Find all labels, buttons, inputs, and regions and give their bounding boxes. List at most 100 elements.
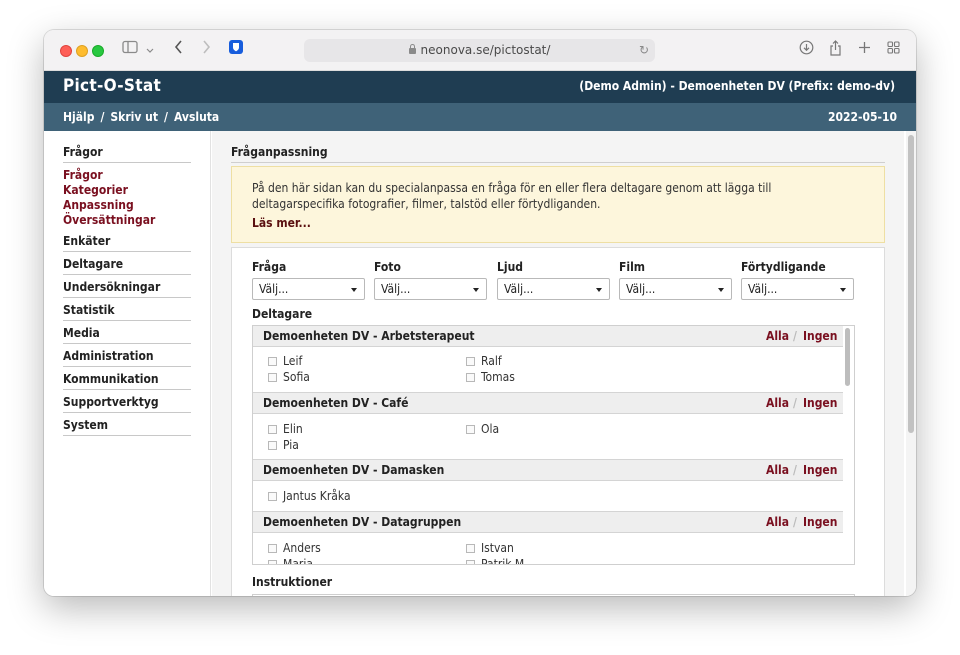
sidebar-item-oversattningar[interactable]: Översättningar — [63, 213, 155, 228]
sidebar-section-statistik[interactable]: Statistik — [63, 303, 191, 321]
zoom-window-button[interactable] — [92, 45, 104, 57]
question-select[interactable]: Välj... — [252, 278, 365, 300]
select-none-link[interactable]: Ingen — [803, 396, 837, 410]
group-header: Demoenheten DV - Datagruppen Alla / Inge… — [253, 511, 843, 533]
participant-checkbox[interactable]: Istvan — [466, 541, 514, 555]
checkbox[interactable] — [268, 560, 277, 564]
main-content: Fråganpassning På den här sidan kan du s… — [212, 131, 904, 596]
print-link[interactable]: Skriv ut — [110, 110, 158, 124]
read-more-link[interactable]: Läs mer... — [252, 215, 864, 231]
forward-icon[interactable] — [200, 40, 212, 60]
sound-select[interactable]: Välj... — [497, 278, 610, 300]
page-scrollbar-thumb[interactable] — [908, 135, 914, 433]
sidebar-section-kommunikation[interactable]: Kommunikation — [63, 372, 191, 390]
checkbox[interactable] — [268, 357, 277, 366]
select-all-link[interactable]: Alla — [766, 463, 789, 477]
caret-down-icon — [596, 288, 602, 292]
minimize-window-button[interactable] — [76, 45, 88, 57]
sidebar-section-supportverktyg[interactable]: Supportverktyg — [63, 395, 191, 413]
checkbox[interactable] — [268, 544, 277, 553]
participant-checkbox[interactable]: Jantus Kråka — [268, 489, 351, 503]
url-text: neonova.se/pictostat/ — [420, 43, 551, 57]
info-text: På den här sidan kan du specialanpassa e… — [252, 181, 772, 211]
user-info: (Demo Admin) - Demoenheten DV (Prefix: d… — [579, 79, 895, 93]
sidebar-item-fragor[interactable]: Frågor — [63, 168, 103, 183]
checkbox[interactable] — [466, 373, 475, 382]
share-icon[interactable] — [828, 40, 842, 60]
caret-down-icon — [473, 288, 479, 292]
link-separator: / — [164, 110, 168, 124]
participant-checkbox[interactable]: Anders — [268, 541, 321, 555]
instructions-label: Instruktioner — [252, 575, 333, 589]
sidebar-section-media[interactable]: Media — [63, 326, 191, 344]
sidebar-nav: Frågor Frågor Kategorier Anpassning Över… — [44, 131, 211, 596]
filter-film: Film Välj... — [619, 260, 732, 300]
divider: / — [793, 329, 797, 343]
back-icon[interactable] — [172, 40, 184, 60]
checkbox[interactable] — [268, 425, 277, 434]
participant-checkbox[interactable]: Patrik M — [466, 557, 524, 564]
participant-checkbox[interactable]: Ola — [466, 422, 499, 436]
group-name: Demoenheten DV - Datagruppen — [263, 515, 462, 529]
help-link[interactable]: Hjälp — [63, 110, 94, 124]
select-value: Välj... — [504, 282, 534, 296]
browser-window: neonova.se/pictostat/ ↻ Pict-O-Stat (Dem… — [44, 30, 916, 596]
group-name: Demoenheten DV - Damasken — [263, 463, 445, 477]
participant-checkbox[interactable]: Ralf — [466, 354, 502, 368]
sidebar-section-administration[interactable]: Administration — [63, 349, 191, 367]
filter-ljud: Ljud Välj... — [497, 260, 610, 300]
logout-link[interactable]: Avsluta — [174, 110, 219, 124]
filter-label: Ljud — [497, 260, 523, 274]
caret-down-icon — [718, 288, 724, 292]
participant-checkbox[interactable]: Pia — [268, 438, 299, 452]
select-all-link[interactable]: Alla — [766, 329, 789, 343]
participant-checkbox[interactable]: Tomas — [466, 370, 515, 384]
new-tab-icon[interactable] — [857, 40, 871, 60]
page-scrollbar[interactable] — [906, 131, 916, 596]
participant-list-scrollbar[interactable] — [845, 328, 850, 386]
filter-fortydligande: Förtydligande Välj... — [741, 260, 854, 300]
participant-checkbox[interactable]: Leif — [268, 354, 302, 368]
sidebar-section-enkater[interactable]: Enkäter — [63, 234, 191, 252]
sidebar-item-anpassning[interactable]: Anpassning — [63, 198, 134, 213]
participant-list[interactable]: Demoenheten DV - Arbetsterapeut Alla / I… — [252, 325, 855, 565]
link-separator: / — [100, 110, 105, 124]
participant-checkbox[interactable]: Elin — [268, 422, 303, 436]
reload-icon[interactable]: ↻ — [639, 39, 649, 62]
address-bar[interactable]: neonova.se/pictostat/ ↻ — [304, 39, 655, 62]
filter-label: Foto — [374, 260, 401, 274]
bitwarden-icon[interactable] — [229, 40, 243, 60]
checkbox[interactable] — [466, 425, 475, 434]
checkbox[interactable] — [466, 357, 475, 366]
participants-label: Deltagare — [252, 307, 313, 321]
select-value: Välj... — [748, 282, 778, 296]
film-select[interactable]: Välj... — [619, 278, 732, 300]
app-brand[interactable]: Pict-O-Stat — [63, 76, 161, 96]
participant-checkbox[interactable]: Maria — [268, 557, 313, 564]
clarification-select[interactable]: Välj... — [741, 278, 854, 300]
sidebar-icon[interactable] — [122, 40, 138, 60]
select-none-link[interactable]: Ingen — [803, 463, 837, 477]
chevron-down-icon[interactable] — [145, 40, 155, 60]
select-all-link[interactable]: Alla — [766, 515, 789, 529]
instructions-field[interactable] — [252, 594, 855, 596]
checkbox[interactable] — [466, 560, 475, 564]
checkbox[interactable] — [268, 373, 277, 382]
participant-checkbox[interactable]: Sofia — [268, 370, 310, 384]
sidebar-item-kategorier[interactable]: Kategorier — [63, 183, 128, 198]
sidebar-section-deltagare[interactable]: Deltagare — [63, 257, 191, 275]
tab-overview-icon[interactable] — [886, 40, 900, 60]
close-window-button[interactable] — [60, 45, 72, 57]
sidebar-section-system[interactable]: System — [63, 418, 191, 436]
photo-select[interactable]: Välj... — [374, 278, 487, 300]
sidebar-section-undersokningar[interactable]: Undersökningar — [63, 280, 191, 298]
customization-panel: Fråga Välj... Foto Välj... Ljud Välj... … — [231, 247, 885, 596]
select-none-link[interactable]: Ingen — [803, 329, 837, 343]
sidebar-section-fragor[interactable]: Frågor — [63, 145, 191, 163]
select-none-link[interactable]: Ingen — [803, 515, 837, 529]
checkbox[interactable] — [466, 544, 475, 553]
checkbox[interactable] — [268, 492, 277, 501]
checkbox[interactable] — [268, 441, 277, 450]
select-all-link[interactable]: Alla — [766, 396, 789, 410]
download-icon[interactable] — [798, 40, 814, 60]
